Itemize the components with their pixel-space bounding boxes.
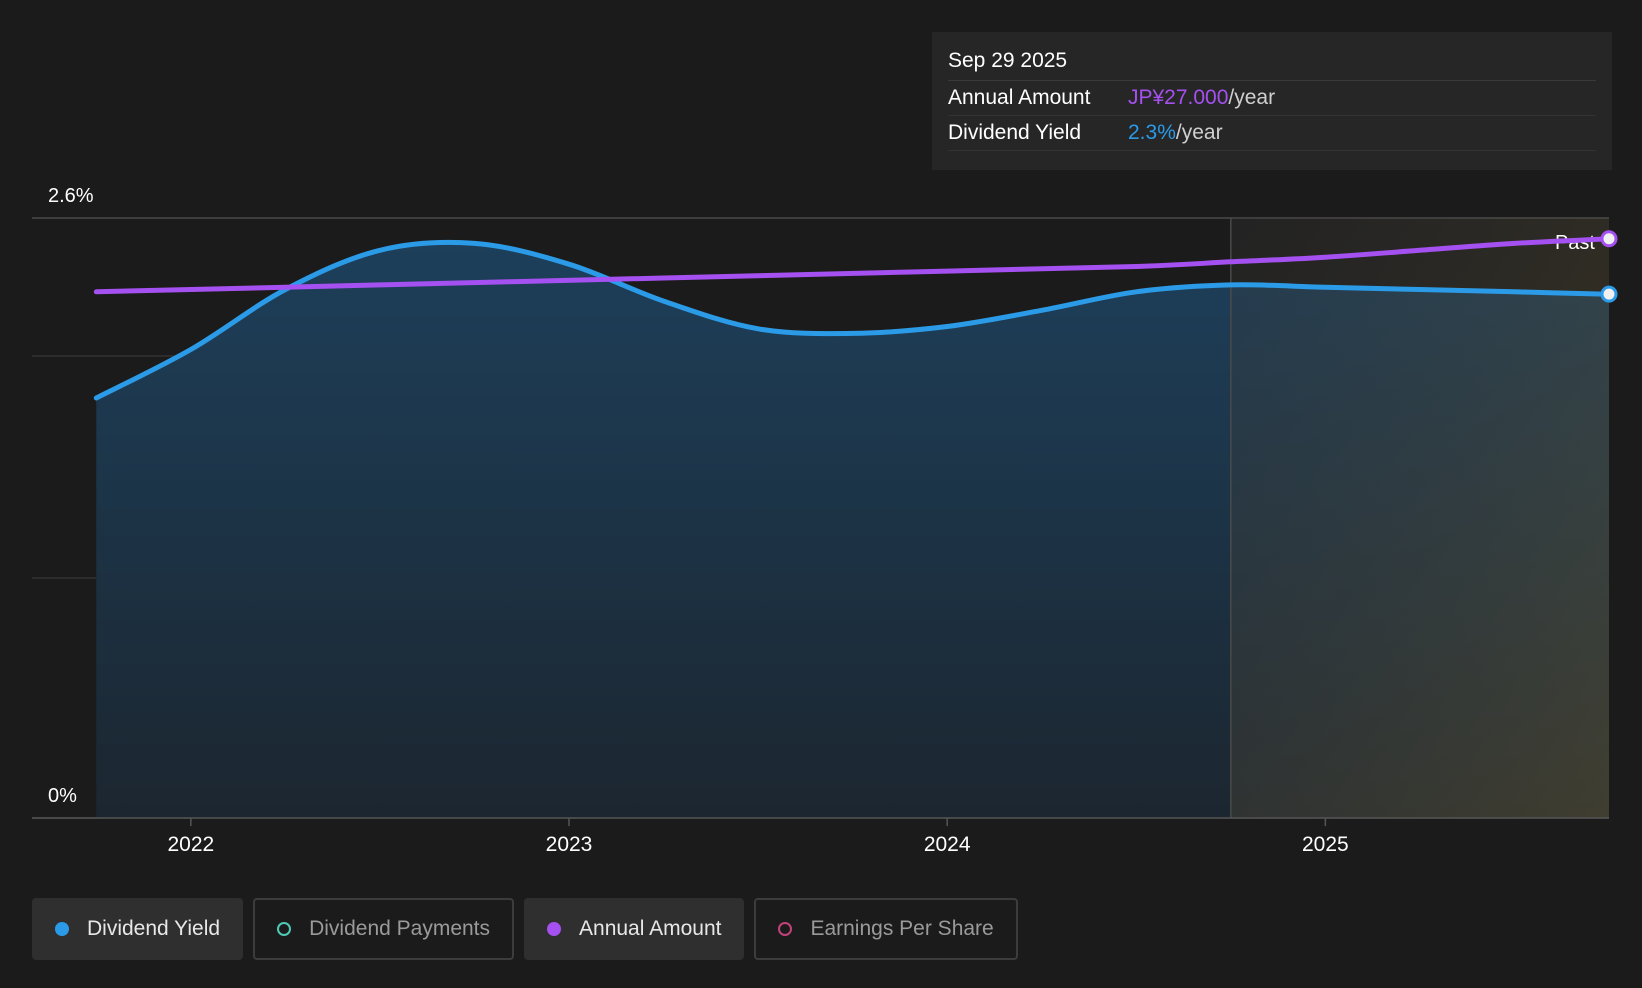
y-tick-label-bottom: 0% bbox=[48, 785, 77, 807]
tooltip-dividend-yield-label: Dividend Yield bbox=[948, 121, 1082, 144]
tooltip: Sep 29 2025 Annual Amount JP¥27.000 /yea… bbox=[932, 32, 1612, 170]
legend-dividend-yield-label: Dividend Yield bbox=[87, 917, 221, 940]
legend-dividend-payments-ring-icon bbox=[277, 922, 292, 936]
tooltip-annual-amount-row: Annual Amount JP¥27.000 /year bbox=[948, 81, 1596, 116]
past-region bbox=[1230, 218, 1609, 818]
tooltip-dividend-yield-unit: /year bbox=[1175, 121, 1223, 144]
annual-amount-end-marker bbox=[1600, 230, 1618, 248]
legend-annual-amount-button[interactable]: Annual Amount bbox=[524, 898, 745, 960]
legend: Dividend Yield Dividend Payments Annual … bbox=[32, 898, 1018, 960]
legend-earnings-per-share-button[interactable]: Earnings Per Share bbox=[754, 898, 1018, 960]
x-tick-label: 2025 bbox=[1302, 833, 1349, 856]
tooltip-date: Sep 29 2025 bbox=[948, 46, 1596, 81]
y-tick-label-top: 2.6% bbox=[48, 185, 94, 207]
legend-annual-amount-dot-icon bbox=[547, 922, 562, 936]
dividend-yield-end-marker bbox=[1600, 285, 1618, 303]
legend-dividend-payments-button[interactable]: Dividend Payments bbox=[253, 898, 515, 960]
legend-earnings-per-share-ring-icon bbox=[778, 922, 793, 936]
x-tick-label: 2022 bbox=[167, 833, 214, 856]
tooltip-annual-amount-label: Annual Amount bbox=[948, 86, 1091, 109]
tooltip-annual-amount-unit: /year bbox=[1228, 86, 1276, 109]
x-tick-label: 2024 bbox=[924, 833, 971, 856]
x-tick-label: 2023 bbox=[546, 833, 593, 856]
tooltip-dividend-yield-row: Dividend Yield 2.3% /year bbox=[948, 116, 1596, 151]
legend-dividend-payments-label: Dividend Payments bbox=[309, 917, 491, 940]
tooltip-annual-amount-value: JP¥27.000 bbox=[1128, 86, 1229, 109]
legend-earnings-per-share-label: Earnings Per Share bbox=[810, 917, 994, 940]
legend-dividend-yield-dot-icon bbox=[55, 922, 69, 936]
legend-annual-amount-label: Annual Amount bbox=[579, 917, 722, 940]
legend-dividend-yield-button[interactable]: Dividend Yield bbox=[32, 898, 244, 960]
tooltip-dividend-yield-value: 2.3% bbox=[1128, 121, 1176, 144]
